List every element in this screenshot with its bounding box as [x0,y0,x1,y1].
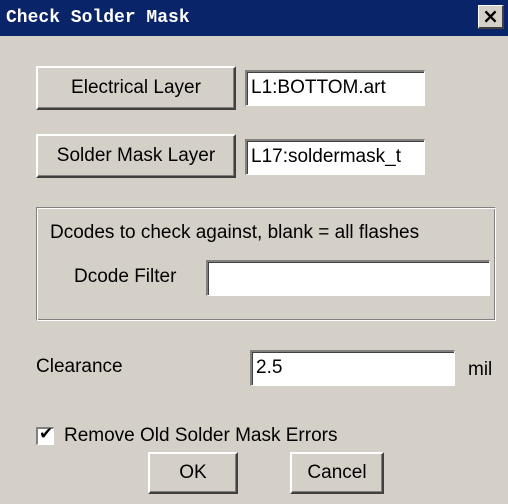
dcode-filter-input[interactable] [206,260,490,296]
clearance-label: Clearance [36,356,123,377]
remove-old-errors-checkbox[interactable]: ✔ [36,424,54,445]
electrical-layer-field[interactable]: L1:BOTTOM.art [245,70,425,106]
solder-mask-layer-button[interactable]: Solder Mask Layer [36,134,236,178]
remove-old-errors-label[interactable]: Remove Old Solder Mask Errors [64,425,337,447]
checkmark-icon: ✔ [39,424,54,444]
electrical-layer-button[interactable]: Electrical Layer [36,66,236,110]
cancel-button-label: Cancel [307,462,367,483]
close-icon[interactable]: × [482,4,499,28]
window-title: Check Solder Mask [6,8,190,28]
electrical-layer-button-label: Electrical Layer [71,77,201,98]
solder-mask-layer-button-label: Solder Mask Layer [56,145,216,166]
ok-button-label: OK [179,462,207,483]
dcodes-heading: Dcodes to check against, blank = all fla… [50,222,420,243]
cancel-button[interactable]: Cancel [290,452,384,494]
clearance-input[interactable]: 2.5 [250,350,455,386]
ok-button[interactable]: OK [148,452,238,494]
title-bar[interactable]: Check Solder Mask × [0,0,508,36]
check-solder-mask-dialog: Check Solder Mask × Electrical Layer L1:… [0,0,508,504]
dcode-filter-label: Dcode Filter [74,266,177,287]
clearance-unit: mil [468,359,493,380]
close-button[interactable]: × [478,5,504,29]
solder-mask-layer-field[interactable]: L17:soldermask_t [245,139,425,175]
